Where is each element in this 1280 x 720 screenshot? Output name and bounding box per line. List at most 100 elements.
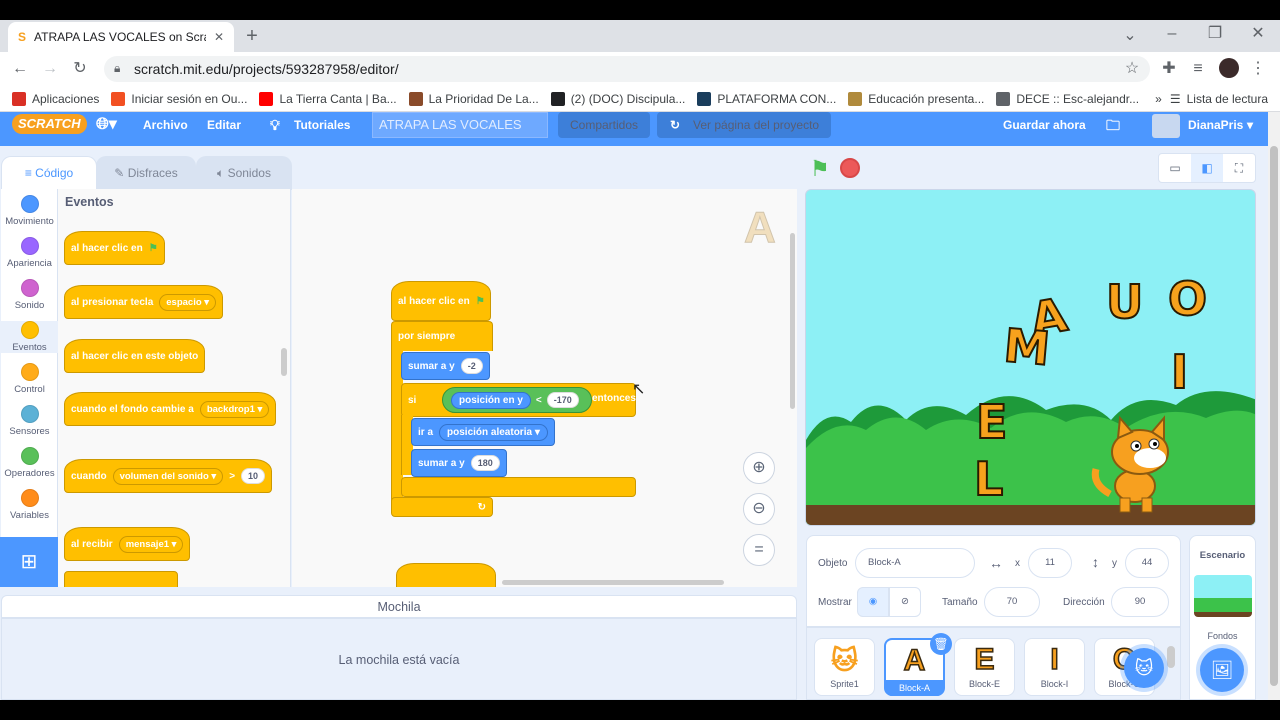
tutorials-menu[interactable]: Tutoriales	[294, 112, 350, 138]
x-input[interactable]: 11	[1028, 548, 1072, 578]
hide-eye-icon[interactable]: ⊘	[889, 587, 921, 617]
stop-button[interactable]	[840, 158, 860, 178]
letter-sprite-e[interactable]: E	[975, 394, 1008, 450]
add-sprite-icon[interactable]: 🐱︎	[1124, 648, 1164, 688]
zoom-reset-icon[interactable]: =	[743, 534, 775, 566]
bookmark-item[interactable]: La Prioridad De La...	[408, 91, 539, 106]
fullscreen-icon[interactable]: ⛶	[1223, 154, 1255, 182]
sprite-name-input[interactable]: Block-A	[855, 548, 975, 578]
sensor-dropdown[interactable]: volumen del sonido ▾	[112, 467, 224, 485]
tab-search-icon[interactable]: ⌄	[1118, 24, 1142, 48]
go-to-block[interactable]: ir a posición aleatoria ▾	[411, 418, 555, 446]
if-then-block[interactable]: si posición en y < -170 entonces	[401, 383, 636, 417]
bookmarks-more[interactable]: »	[1155, 92, 1162, 106]
block-when-sensor-greater[interactable]: cuando volumen del sonido ▾ >10	[64, 459, 273, 493]
cat-sprite[interactable]	[1090, 414, 1180, 514]
tab-code[interactable]: ≡ Código	[1, 156, 97, 190]
project-title-input[interactable]: ATRAPA LAS VOCALES	[372, 112, 548, 138]
letter-sprite-o[interactable]: O	[1167, 271, 1208, 327]
user-menu-chevron-icon[interactable]: ▾	[1247, 112, 1253, 138]
user-menu[interactable]: DianaPris	[1188, 112, 1243, 138]
compare-input[interactable]: -170	[546, 392, 579, 408]
forward-icon[interactable]: →	[38, 57, 62, 81]
browser-tab[interactable]: S ATRAPA LAS VOCALES on Scratch ✕	[8, 22, 234, 52]
letter-sprite-m[interactable]: M	[1001, 317, 1053, 377]
direction-input[interactable]: 90	[1111, 587, 1169, 617]
category-sonido[interactable]: Sonido	[1, 279, 58, 311]
category-apariencia[interactable]: Apariencia	[1, 237, 58, 269]
reading-list[interactable]: ☰ Lista de lectura	[1170, 92, 1268, 106]
change-y-block[interactable]: sumar a y -2	[401, 352, 490, 380]
restore-icon[interactable]: ❐	[1203, 22, 1227, 46]
category-sensores[interactable]: Sensores	[1, 405, 58, 437]
user-avatar[interactable]	[1152, 114, 1180, 138]
category-movimiento[interactable]: Movimiento	[1, 195, 58, 227]
workspace-vscrollbar[interactable]	[790, 233, 795, 409]
category-control[interactable]: Control	[1, 363, 58, 395]
change-y-block-2[interactable]: sumar a y 180	[411, 449, 507, 477]
backdrop-dropdown[interactable]: backdrop1 ▾	[199, 400, 270, 418]
y-input[interactable]: 44	[1125, 548, 1169, 578]
minimize-icon[interactable]: –	[1160, 22, 1184, 46]
shared-button[interactable]: Compartidos	[558, 112, 651, 138]
menu-kebab-icon[interactable]: ⋮	[1246, 57, 1270, 81]
page-scrollbar-thumb[interactable]	[1270, 146, 1278, 686]
edit-menu[interactable]: Editar	[207, 112, 241, 138]
change-y-input[interactable]: -2	[460, 358, 483, 374]
zoom-in-icon[interactable]: ⊕	[743, 452, 775, 484]
block-when-key-pressed[interactable]: al presionar tecla espacio ▾	[64, 285, 224, 319]
bookmark-item[interactable]: La Tierra Canta | Ba...	[259, 91, 397, 106]
threshold-input[interactable]: 10	[241, 468, 266, 484]
category-variables[interactable]: Variables	[1, 489, 58, 521]
close-window-icon[interactable]: ✕	[1246, 22, 1270, 46]
sprite-tile[interactable]: 🐱︎ Sprite1	[814, 638, 875, 696]
y-position-reporter[interactable]: posición en y	[451, 391, 531, 409]
bookmark-item[interactable]: DECE :: Esc-alejandr...	[996, 91, 1139, 106]
back-icon[interactable]: ←	[8, 57, 32, 81]
message-dropdown[interactable]: mensaje1 ▾	[118, 535, 184, 553]
page-scrollbar[interactable]	[1268, 112, 1280, 700]
sprite-tile[interactable]: E Block-E	[954, 638, 1015, 696]
letter-sprite-l[interactable]: L	[973, 451, 1004, 507]
close-tab-icon[interactable]: ✕	[214, 30, 224, 44]
second-script-hat[interactable]	[396, 563, 496, 587]
category-eventos[interactable]: Eventos	[1, 321, 58, 353]
block-when-sprite-clicked[interactable]: al hacer clic en este objeto	[64, 339, 206, 373]
block-when-flag-clicked[interactable]: al hacer clic en ⚑	[64, 231, 165, 265]
add-extension-button[interactable]: ⊞	[0, 537, 58, 587]
bookmark-item[interactable]: Educación presenta...	[848, 91, 984, 106]
goto-dropdown[interactable]: posición aleatoria ▾	[439, 423, 548, 441]
workspace-hscrollbar[interactable]	[502, 580, 724, 585]
tab-sounds[interactable]: 🔈︎ Sonidos	[196, 156, 292, 190]
change-y2-input[interactable]: 180	[470, 455, 500, 471]
letter-sprite-i[interactable]: I	[1170, 344, 1189, 400]
bookmark-item[interactable]: PLATAFORMA CON...	[697, 91, 836, 106]
url-input[interactable]: scratch.mit.edu/projects/593287958/edito…	[104, 56, 1150, 82]
forever-block[interactable]: por siempre	[391, 321, 493, 351]
bookmark-item[interactable]: Aplicaciones	[12, 91, 99, 106]
large-stage-icon[interactable]: ◧	[1191, 154, 1223, 182]
new-tab-button[interactable]: +	[240, 24, 264, 48]
profile-avatar[interactable]	[1219, 58, 1239, 78]
file-menu[interactable]: Archivo	[143, 112, 188, 138]
green-flag-button[interactable]: ⚑	[810, 156, 830, 182]
media-icon[interactable]: ≡	[1186, 57, 1210, 81]
palette-scrollbar[interactable]	[281, 348, 287, 376]
block-when-i-receive[interactable]: al recibir mensaje1 ▾	[64, 527, 191, 561]
script-hat-flag[interactable]: al hacer clic en ⚑	[391, 281, 491, 321]
less-than-operator[interactable]: posición en y < -170	[442, 387, 592, 413]
sprite-list-scrollbar[interactable]	[1167, 646, 1175, 668]
zoom-out-icon[interactable]: ⊖	[743, 493, 775, 525]
block-broadcast-partial[interactable]	[64, 571, 178, 587]
backpack-header[interactable]: Mochila	[1, 595, 797, 618]
see-project-page-button[interactable]: Ver página del proyecto	[657, 112, 832, 138]
sprite-tile[interactable]: I Block-I	[1024, 638, 1085, 696]
bookmark-item[interactable]: Iniciar sesión en Ou...	[111, 91, 247, 106]
reload-icon[interactable]: ↻	[68, 57, 92, 81]
add-backdrop-icon[interactable]: 🖼︎	[1200, 648, 1244, 692]
delete-sprite-icon[interactable]: 🗑︎	[930, 633, 952, 655]
language-globe-icon[interactable]: 🌐︎▾	[96, 112, 117, 138]
bookmark-star-icon[interactable]: ☆	[1120, 57, 1144, 81]
size-input[interactable]: 70	[984, 587, 1040, 617]
show-eye-icon[interactable]: ◉	[857, 587, 889, 617]
